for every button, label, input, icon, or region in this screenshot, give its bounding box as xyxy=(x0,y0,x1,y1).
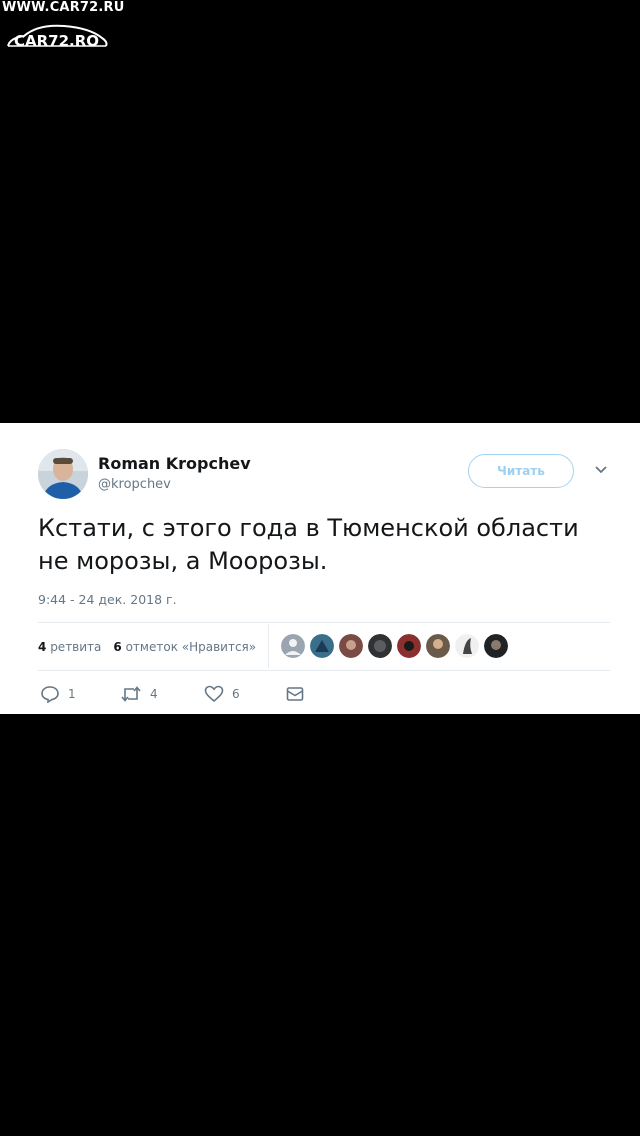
retweet-count: 4 xyxy=(150,687,158,701)
liker-avatar[interactable] xyxy=(397,634,421,658)
heart-icon xyxy=(204,685,224,703)
follow-button[interactable]: Читать xyxy=(468,454,574,488)
retweets-label[interactable]: ретвита xyxy=(50,640,101,654)
divider xyxy=(38,622,610,623)
chevron-down-icon[interactable] xyxy=(593,464,609,476)
tweet-timestamp[interactable]: 9:44 - 24 дек. 2018 г. xyxy=(38,592,177,607)
liker-avatar[interactable] xyxy=(368,634,392,658)
likes-count[interactable]: 6 xyxy=(113,640,121,654)
retweet-button[interactable]: 4 xyxy=(120,683,158,705)
liker-avatar[interactable] xyxy=(426,634,450,658)
avatar-icon xyxy=(38,449,88,499)
message-button[interactable] xyxy=(286,683,304,705)
like-button[interactable]: 6 xyxy=(204,683,240,705)
liker-avatar[interactable] xyxy=(281,634,305,658)
author-handle[interactable]: @kropchev xyxy=(98,477,171,492)
tweet-text: Кстати, с этого года в Тюменской области… xyxy=(38,512,598,578)
likes-label[interactable]: отметок «Нравится» xyxy=(126,640,257,654)
liker-avatar[interactable] xyxy=(310,634,334,658)
reply-count: 1 xyxy=(68,687,76,701)
retweets-count[interactable]: 4 xyxy=(38,640,46,654)
like-count: 6 xyxy=(232,687,240,701)
watermark-logo-text: CAR72.RO xyxy=(14,32,100,50)
divider xyxy=(38,670,610,671)
liker-avatar[interactable] xyxy=(455,634,479,658)
liker-avatar[interactable] xyxy=(484,634,508,658)
watermark: WWW.CAR72.RU CAR72.RO xyxy=(0,0,140,60)
liker-avatar[interactable] xyxy=(339,634,363,658)
mail-icon xyxy=(286,687,304,701)
author-name[interactable]: Roman Kropchev xyxy=(98,454,251,473)
reply-icon xyxy=(41,686,59,703)
divider xyxy=(268,624,269,668)
likers-list xyxy=(281,634,513,660)
reply-button[interactable]: 1 xyxy=(40,683,76,705)
tweet-text-line: не морозы, а Моорозы. xyxy=(38,547,328,575)
tweet-text-line: Кстати, с этого года в Тюменской области xyxy=(38,514,579,542)
tweet-stats: 4 ретвита 6 отметок «Нравится» xyxy=(38,636,256,658)
author-avatar[interactable] xyxy=(38,449,88,499)
retweet-icon xyxy=(121,686,141,702)
watermark-url: WWW.CAR72.RU xyxy=(2,0,125,15)
